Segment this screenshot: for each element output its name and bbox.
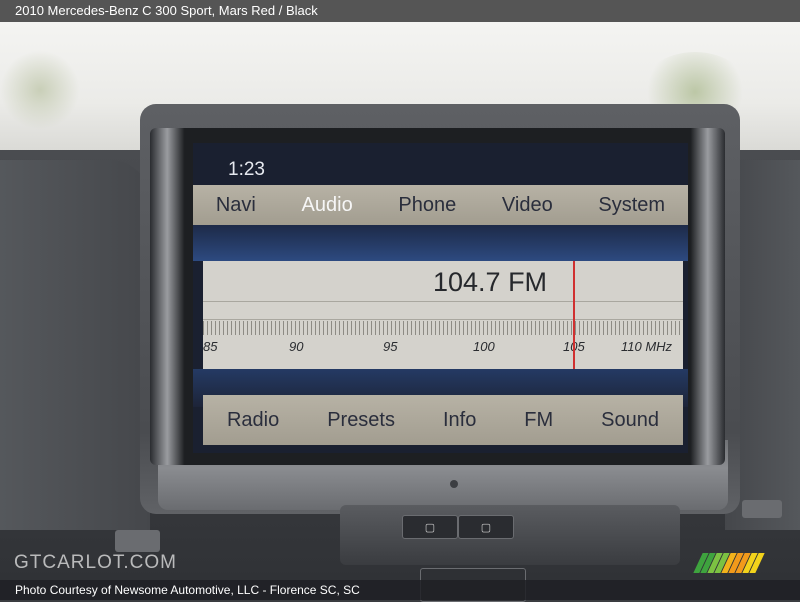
lock-button[interactable]: ▢ [458, 515, 514, 539]
hazard-button[interactable]: ▢ [402, 515, 458, 539]
menu-phone[interactable]: Phone [398, 194, 456, 217]
caption-title: 2010 Mercedes-Benz C 300 Sport, Mars Red… [15, 3, 318, 18]
frequency-readout: 104.7 FM [433, 267, 548, 297]
clock: 1:23 [228, 159, 265, 180]
scale-label: 90 [289, 339, 304, 354]
menu-video[interactable]: Video [502, 194, 553, 217]
vent-tab-left[interactable] [115, 530, 160, 552]
brand-stripes-logo [693, 553, 772, 573]
light-sensor [450, 480, 458, 488]
menu-system[interactable]: System [598, 194, 665, 217]
softkey-bar: Radio Presets Info FM Sound [203, 395, 683, 445]
scale-label: 85 [203, 339, 218, 354]
tree-left [0, 50, 80, 130]
dashboard-left-trim [0, 160, 150, 530]
softkey-info[interactable]: Info [443, 409, 476, 432]
watermark-logo: GTCARLOT.COM [14, 552, 177, 573]
softkey-sound[interactable]: Sound [601, 409, 659, 432]
comand-display: 1:23 Navi Audio Phone Video System 104.7… [193, 143, 688, 453]
scale-label: 95 [383, 339, 398, 354]
scale-label: 100 [473, 339, 495, 354]
menu-navi[interactable]: Navi [216, 194, 256, 217]
credit-text: Photo Courtesy of Newsome Automotive, LL… [15, 583, 360, 597]
tuner-divider [203, 319, 683, 320]
softkey-fm[interactable]: FM [524, 409, 553, 432]
tuner-panel[interactable]: 104.7 FM 85 90 95 100 105 110 MHz [203, 261, 683, 369]
menu-audio[interactable]: Audio [302, 194, 353, 217]
main-menu-bar: Navi Audio Phone Video System [193, 185, 688, 225]
tuner-needle[interactable] [573, 261, 575, 369]
tuner-divider [203, 301, 683, 302]
credit-bar: Photo Courtesy of Newsome Automotive, LL… [0, 580, 800, 600]
scale-label: 110 MHz [621, 339, 673, 354]
tuner-scale-ticks [203, 321, 683, 335]
softkey-presets[interactable]: Presets [327, 409, 395, 432]
caption-bar: 2010 Mercedes-Benz C 300 Sport, Mars Red… [0, 0, 800, 22]
header-strip [193, 225, 688, 261]
softkey-radio[interactable]: Radio [227, 409, 279, 432]
vent-tab-right[interactable] [742, 500, 782, 518]
